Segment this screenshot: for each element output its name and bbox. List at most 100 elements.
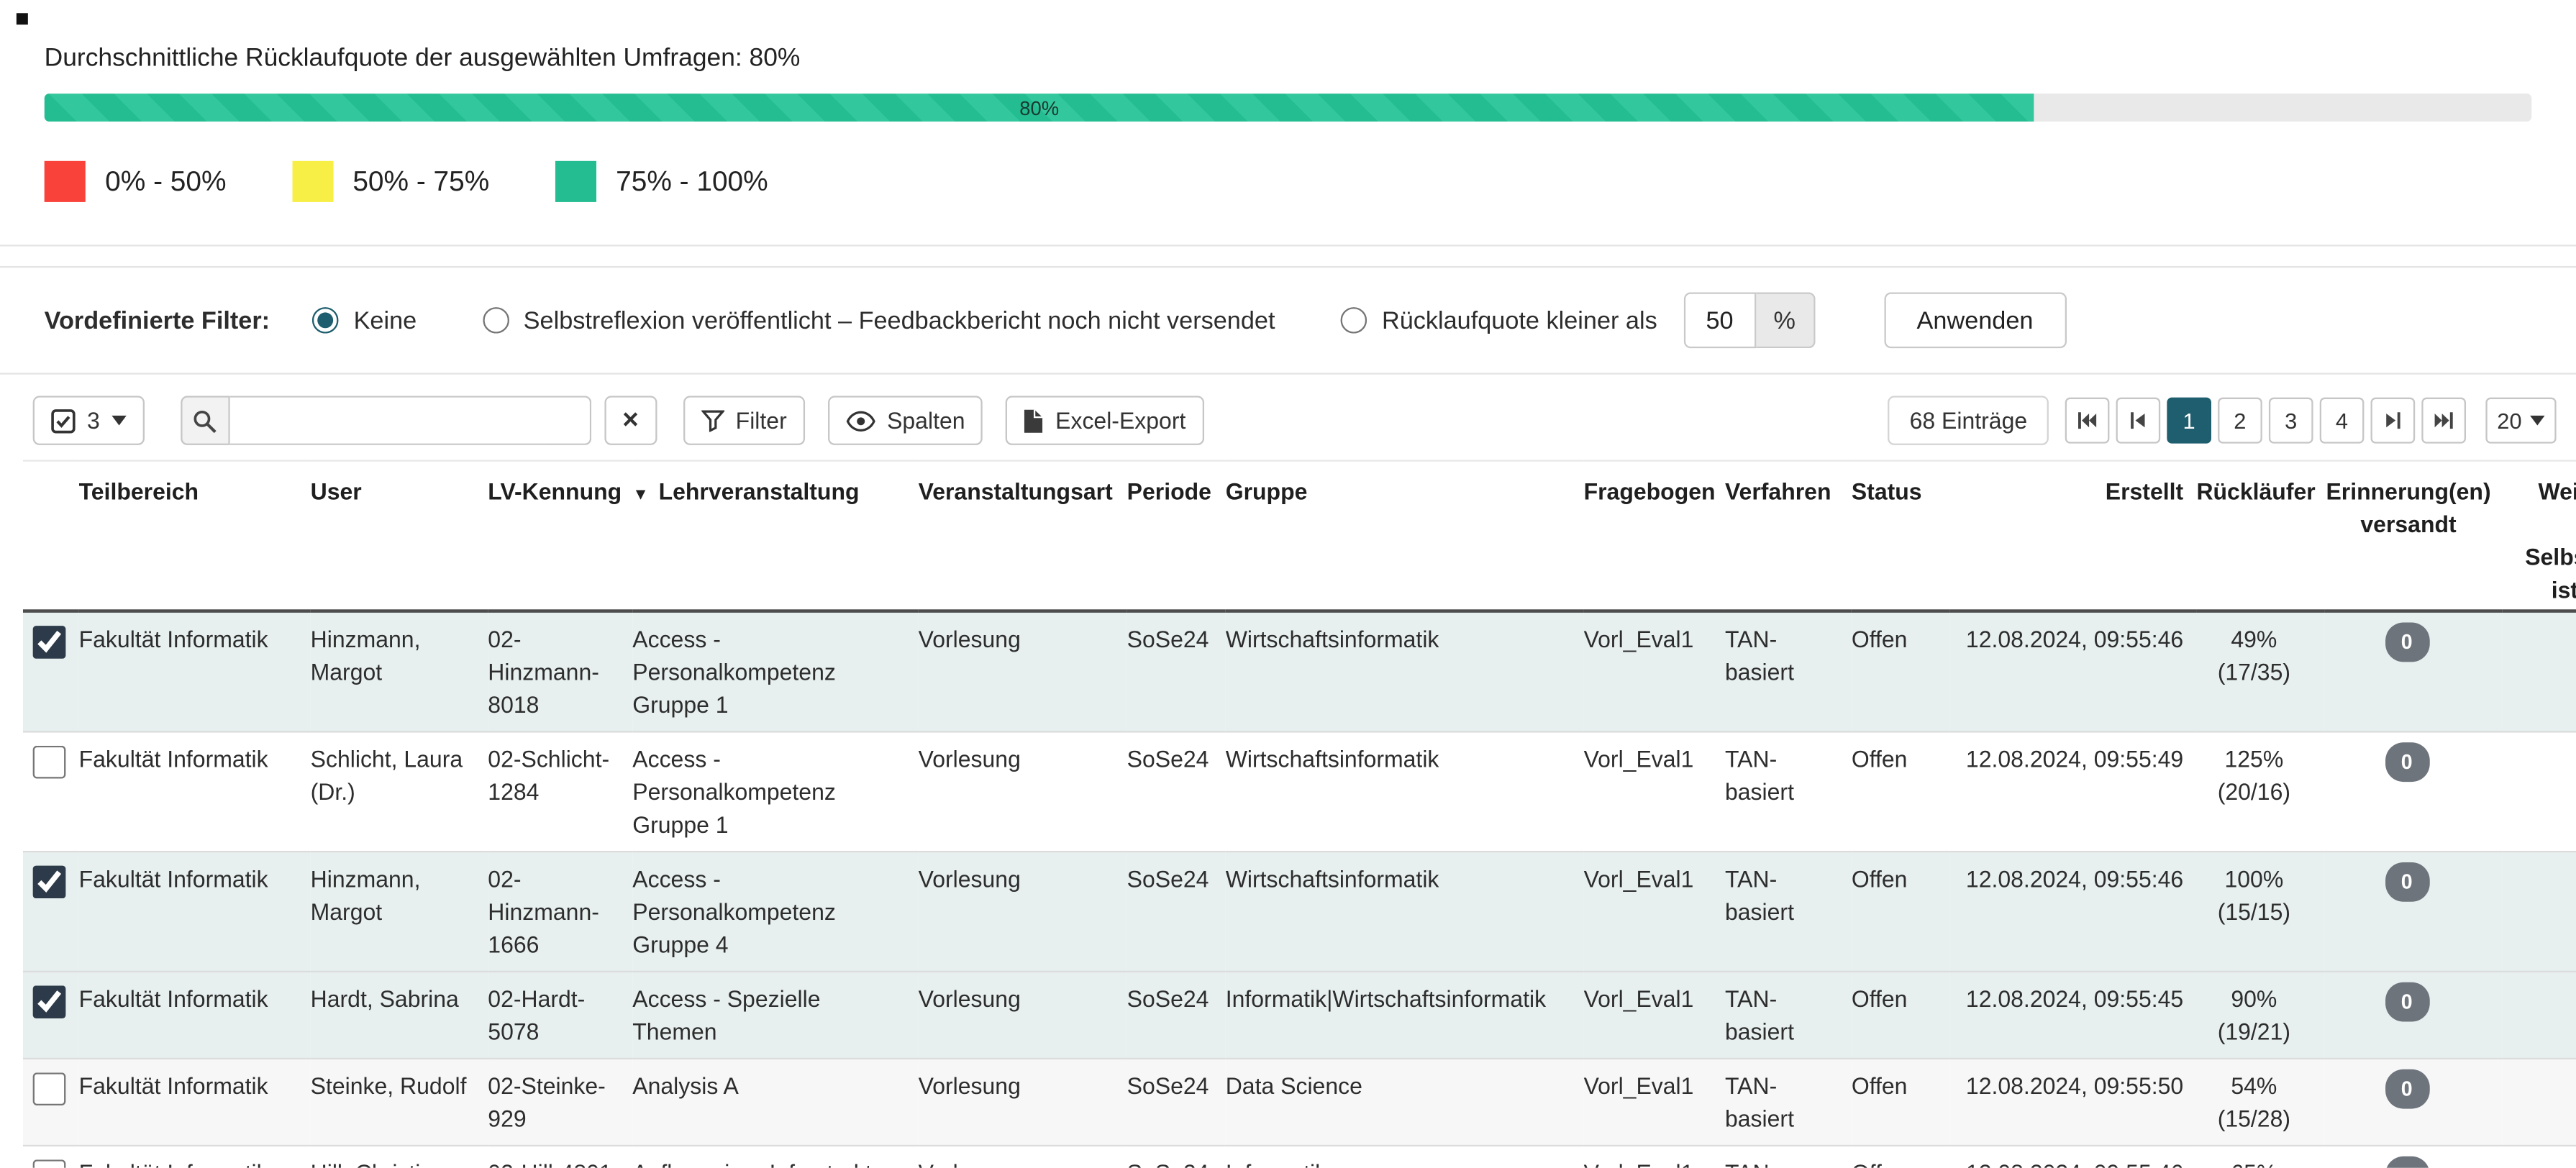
reminder-count-badge: 0 (2385, 1156, 2429, 1168)
col-header-gruppe[interactable]: Gruppe (1226, 461, 1584, 611)
first-page-button[interactable] (2065, 398, 2110, 444)
response-rate-title: Durchschnittliche Rücklaufquote der ausg… (45, 45, 2532, 74)
col-header-periode[interactable]: Periode (1127, 461, 1226, 611)
radio-selbstreflexion[interactable] (483, 307, 509, 334)
cell-select (23, 611, 79, 732)
row-checkbox[interactable] (33, 1159, 66, 1167)
excel-export-button[interactable]: Excel-Export (1006, 396, 1204, 445)
col-header-verfahren[interactable]: Verfahren (1725, 461, 1852, 611)
row-checkbox[interactable] (33, 746, 66, 779)
cell-status: Offen (1852, 852, 1950, 972)
next-page-button[interactable] (2370, 398, 2415, 444)
cell-veranstaltungsart: Vorlesung (919, 611, 1127, 732)
columns-button[interactable]: Spalten (828, 396, 983, 445)
threshold-input[interactable] (1683, 293, 1755, 349)
cell-periode: SoSe24 (1127, 611, 1226, 732)
search-input[interactable] (229, 396, 591, 445)
col-header-veranstaltungsart[interactable]: Veranstaltungsart (919, 461, 1127, 611)
cell-periode: SoSe24 (1127, 1059, 1226, 1146)
filter-button[interactable]: Filter (683, 396, 805, 445)
cell-lv-kennung: 02-Hinzmann-1666 (488, 852, 632, 972)
cell-erinnerungen: 0 (2325, 611, 2503, 732)
checkbox-icon (51, 409, 76, 433)
progress-label: 80% (1019, 96, 1059, 119)
cell-lehrveranstaltung: Access - Spezielle Themen (632, 972, 918, 1059)
legend-label: 0% - 50% (105, 165, 226, 199)
cell-gruppe: Wirtschaftsinformatik (1226, 731, 1584, 852)
table-body: Fakultät Informatik Hinzmann, Margot 02-… (23, 611, 2576, 1168)
selection-dropdown-button[interactable]: 3 (33, 396, 145, 445)
row-checkbox[interactable] (33, 985, 66, 1018)
cell-clipped (2502, 852, 2576, 972)
cell-lv-kennung: 02-Steinke-929 (488, 1059, 632, 1146)
radio-selbstreflexion-label[interactable]: Selbstreflexion veröffentlicht – Feedbac… (524, 306, 1275, 334)
cell-gruppe: Informatik|Wirtschaftsinformatik (1226, 972, 1584, 1059)
search-group (181, 396, 591, 445)
col-header-teilbereich[interactable]: Teilbereich (79, 461, 311, 611)
cell-erinnerungen: 0 (2325, 731, 2503, 852)
row-checkbox[interactable] (33, 1072, 66, 1105)
last-page-icon (2433, 411, 2454, 430)
col-header-lv-kennung[interactable]: LV-Kennung (488, 461, 632, 611)
cell-lehrveranstaltung: Aufbau einer Infrastruktur zum Betrieb (632, 1146, 918, 1168)
page-number-button[interactable]: 1 (2167, 398, 2211, 444)
previous-page-icon (2129, 411, 2147, 430)
filter-option-selbstreflexion[interactable]: Selbstreflexion veröffentlicht – Feedbac… (483, 306, 1275, 334)
previous-page-button[interactable] (2116, 398, 2160, 444)
cell-select (23, 1059, 79, 1146)
radio-ruecklaufquote[interactable] (1341, 307, 1367, 334)
file-icon (1024, 409, 1044, 433)
cell-periode: SoSe24 (1127, 852, 1226, 972)
response-rate-progressbar: 80% (45, 93, 2532, 122)
reminder-count-badge: 0 (2385, 982, 2429, 1022)
filter-option-ruecklaufquote[interactable]: Rücklaufquote kleiner als (1341, 306, 1657, 334)
cell-user: Hinzmann, Margot (311, 611, 488, 732)
cell-lv-kennung: 02-Hinzmann-8018 (488, 611, 632, 732)
cell-user: Schlicht, Laura (Dr.) (311, 731, 488, 852)
col-header-clipped[interactable]: Wei Selbs ist (2502, 461, 2576, 611)
filter-panel: Vordefinierte Filter: Keine Selbstreflex… (0, 266, 2576, 375)
col-header-erstellt[interactable]: Erstellt (1950, 461, 2197, 611)
last-page-button[interactable] (2421, 398, 2466, 444)
cell-erinnerungen: 0 (2325, 972, 2503, 1059)
col-header-erinnerungen[interactable]: Erinnerung(en) versandt (2325, 461, 2503, 611)
cell-fragebogen: Vorl_Eval1 (1584, 1059, 1725, 1146)
cell-user: Hardt, Sabrina (311, 972, 488, 1059)
filter-option-none[interactable]: Keine (312, 306, 417, 334)
page-number-button[interactable]: 3 (2269, 398, 2313, 444)
legend: 0% - 50% 50% - 75% 75% - 100% (45, 161, 2532, 202)
reminder-count-badge: 0 (2385, 862, 2429, 902)
cell-veranstaltungsart: Vorlesung (919, 972, 1127, 1059)
table-row: Fakultät Informatik Hardt, Sabrina 02-Ha… (23, 972, 2576, 1059)
search-icon (181, 396, 230, 445)
radio-none[interactable] (312, 307, 339, 334)
col-header-ruecklaeufer[interactable]: Rückläufer (2196, 461, 2324, 611)
cell-veranstaltungsart: Vorlesung (919, 1059, 1127, 1146)
cell-status: Offen (1852, 611, 1950, 732)
cell-verfahren: TAN-basiert (1725, 852, 1852, 972)
col-header-user[interactable]: User (311, 461, 488, 611)
row-checkbox[interactable] (33, 866, 66, 899)
radio-none-label[interactable]: Keine (354, 306, 417, 334)
cell-clipped (2502, 972, 2576, 1059)
cell-periode: SoSe24 (1127, 972, 1226, 1059)
cell-lv-kennung: 02-Hardt-5078 (488, 972, 632, 1059)
col-header-lehrveranstaltung[interactable]: ▼Lehrveranstaltung (632, 461, 918, 611)
col-header-select (23, 461, 79, 611)
cell-veranstaltungsart: Vorlesung (919, 1146, 1127, 1168)
page-size-button[interactable]: 20 (2485, 398, 2556, 444)
page-number-button[interactable]: 4 (2320, 398, 2365, 444)
radio-ruecklaufquote-label[interactable]: Rücklaufquote kleiner als (1382, 306, 1657, 334)
page-number-button[interactable]: 2 (2218, 398, 2262, 444)
col-header-fragebogen[interactable]: Fragebogen (1584, 461, 1725, 611)
legend-label: 75% - 100% (616, 165, 768, 199)
reminder-count-badge: 0 (2385, 742, 2429, 782)
page: Durchschnittliche Rücklaufquote der ausg… (0, 0, 2576, 1168)
apply-button[interactable]: Anwenden (1884, 293, 2066, 349)
col-header-status[interactable]: Status (1852, 461, 1950, 611)
cell-select (23, 731, 79, 852)
clear-search-button[interactable]: × (604, 396, 657, 445)
cell-lehrveranstaltung: Access - Personalkompetenz Gruppe 1 (632, 731, 918, 852)
row-checkbox[interactable] (33, 626, 66, 659)
cell-erstellt: 12.08.2024, 09:55:45 (1950, 972, 2197, 1059)
